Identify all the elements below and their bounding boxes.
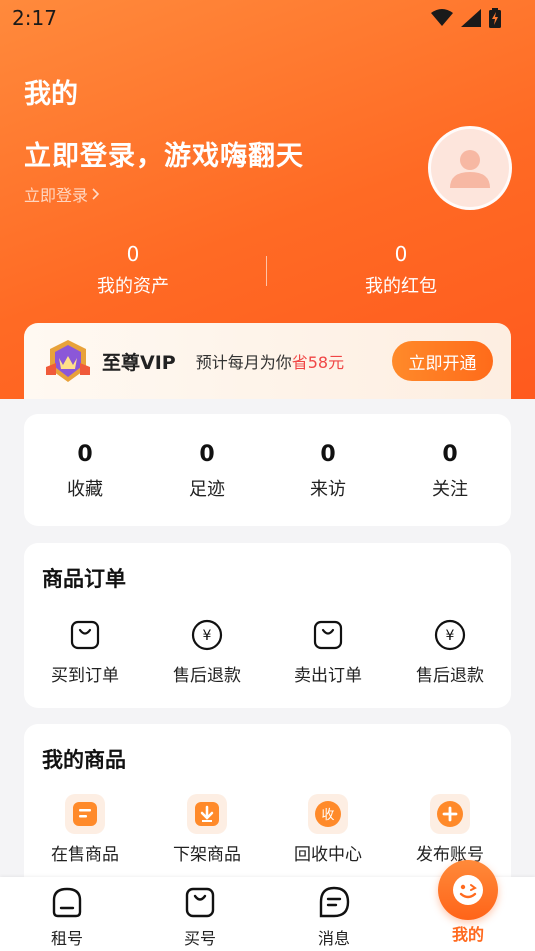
count-footprints-label: 足迹 [189, 479, 225, 500]
counts-card: 0 收藏 0 足迹 0 来访 0 关注 [24, 414, 511, 526]
tab-rent[interactable]: 租号 [27, 885, 107, 949]
count-visitors-value: 0 [320, 442, 336, 467]
count-favorites[interactable]: 0 收藏 [24, 440, 146, 504]
tab-mine-fab[interactable] [438, 860, 498, 920]
order-refund-sell-label: 售后退款 [416, 666, 484, 686]
goods-delisted[interactable]: 下架商品 [146, 794, 268, 868]
mine-face-icon [453, 875, 483, 905]
asset-stats: 0 我的资产 0 我的红包 [0, 240, 535, 304]
tab-buy-label: 买号 [183, 929, 216, 948]
count-following-label: 关注 [432, 479, 468, 500]
goods-title: 我的商品 [42, 748, 126, 772]
stat-red-packet[interactable]: 0 我的红包 [301, 240, 501, 302]
vip-card[interactable]: 至尊VIP 预计每月为你 省58元 立即开通 [24, 323, 511, 399]
user-avatar-icon [450, 150, 490, 188]
stat-assets-value: 0 [126, 242, 140, 266]
goods-publish-label: 发布账号 [416, 845, 484, 865]
order-sold-label: 卖出订单 [294, 666, 362, 686]
battery-charging-icon [489, 8, 501, 28]
rent-home-icon [52, 887, 82, 918]
count-following-value: 0 [442, 442, 458, 467]
avatar[interactable] [428, 126, 512, 210]
shopping-bag-icon [313, 620, 343, 650]
vip-activate-button[interactable]: 立即开通 [392, 341, 493, 381]
goods-on-sale-label: 在售商品 [51, 845, 119, 865]
count-visitors-label: 来访 [310, 479, 346, 500]
tab-messages[interactable]: 消息 [294, 885, 374, 949]
svg-text:收: 收 [321, 808, 334, 823]
goods-publish[interactable]: 发布账号 [389, 794, 511, 868]
count-favorites-value: 0 [77, 442, 93, 467]
order-bought-label: 买到订单 [51, 666, 119, 686]
delist-icon [195, 802, 219, 826]
goods-delisted-label: 下架商品 [173, 845, 241, 865]
recycle-icon: 收 [315, 801, 341, 827]
on-sale-icon [73, 802, 97, 826]
tab-rent-label: 租号 [50, 929, 83, 948]
order-refund-buy[interactable]: ¥ 售后退款 [146, 615, 268, 689]
buy-bag-icon [185, 887, 215, 918]
stat-red-packet-label: 我的红包 [365, 276, 437, 297]
tab-messages-label: 消息 [317, 929, 350, 948]
vip-desc: 预计每月为你 [195, 353, 292, 372]
goods-card: 我的商品 在售商品 下架商品 收 回收中心 发布账号 [24, 724, 511, 894]
status-icons [431, 8, 501, 28]
count-footprints[interactable]: 0 足迹 [146, 440, 268, 504]
orders-card: 商品订单 买到订单 ¥ 售后退款 卖出订单 ¥ 售后退款 [24, 543, 511, 708]
count-favorites-label: 收藏 [67, 479, 103, 500]
login-title[interactable]: 立即登录，游戏嗨翻天 [24, 134, 304, 173]
publish-add-icon [437, 801, 463, 827]
goods-recycle[interactable]: 收 回收中心 [267, 794, 389, 868]
stat-assets-label: 我的资产 [97, 276, 169, 297]
svg-text:¥: ¥ [446, 628, 455, 644]
message-icon [319, 886, 350, 918]
vip-save: 省58元 [291, 353, 345, 372]
login-link-label: 立即登录 [24, 186, 89, 205]
stat-divider [266, 256, 267, 286]
count-following[interactable]: 0 关注 [389, 440, 511, 504]
count-visitors[interactable]: 0 来访 [267, 440, 389, 504]
stat-red-packet-value: 0 [394, 242, 408, 266]
goods-recycle-label: 回收中心 [294, 845, 362, 865]
shopping-bag-icon [70, 620, 100, 650]
count-footprints-value: 0 [199, 442, 215, 467]
vip-name: 至尊VIP [102, 351, 176, 374]
vip-crown-badge-icon [46, 340, 90, 382]
goods-on-sale[interactable]: 在售商品 [24, 794, 146, 868]
tab-mine-label: 我的 [451, 925, 484, 944]
status-bar: 2:17 [0, 0, 535, 36]
order-refund-sell[interactable]: ¥ 售后退款 [389, 615, 511, 689]
svg-text:¥: ¥ [203, 628, 212, 644]
order-sold[interactable]: 卖出订单 [267, 615, 389, 689]
stat-assets[interactable]: 0 我的资产 [33, 240, 233, 302]
chevron-right-icon [92, 188, 100, 200]
tab-buy[interactable]: 买号 [160, 885, 240, 949]
wifi-icon [431, 9, 453, 26]
signal-icon [461, 9, 481, 27]
yen-refund-icon: ¥ [191, 619, 223, 651]
order-refund-buy-label: 售后退款 [173, 666, 241, 686]
login-link[interactable]: 立即登录 [24, 182, 100, 206]
yen-refund-icon: ¥ [434, 619, 466, 651]
page-title: 我的 [24, 79, 78, 110]
orders-title: 商品订单 [42, 567, 126, 591]
status-time: 2:17 [12, 6, 57, 30]
order-bought[interactable]: 买到订单 [24, 615, 146, 689]
